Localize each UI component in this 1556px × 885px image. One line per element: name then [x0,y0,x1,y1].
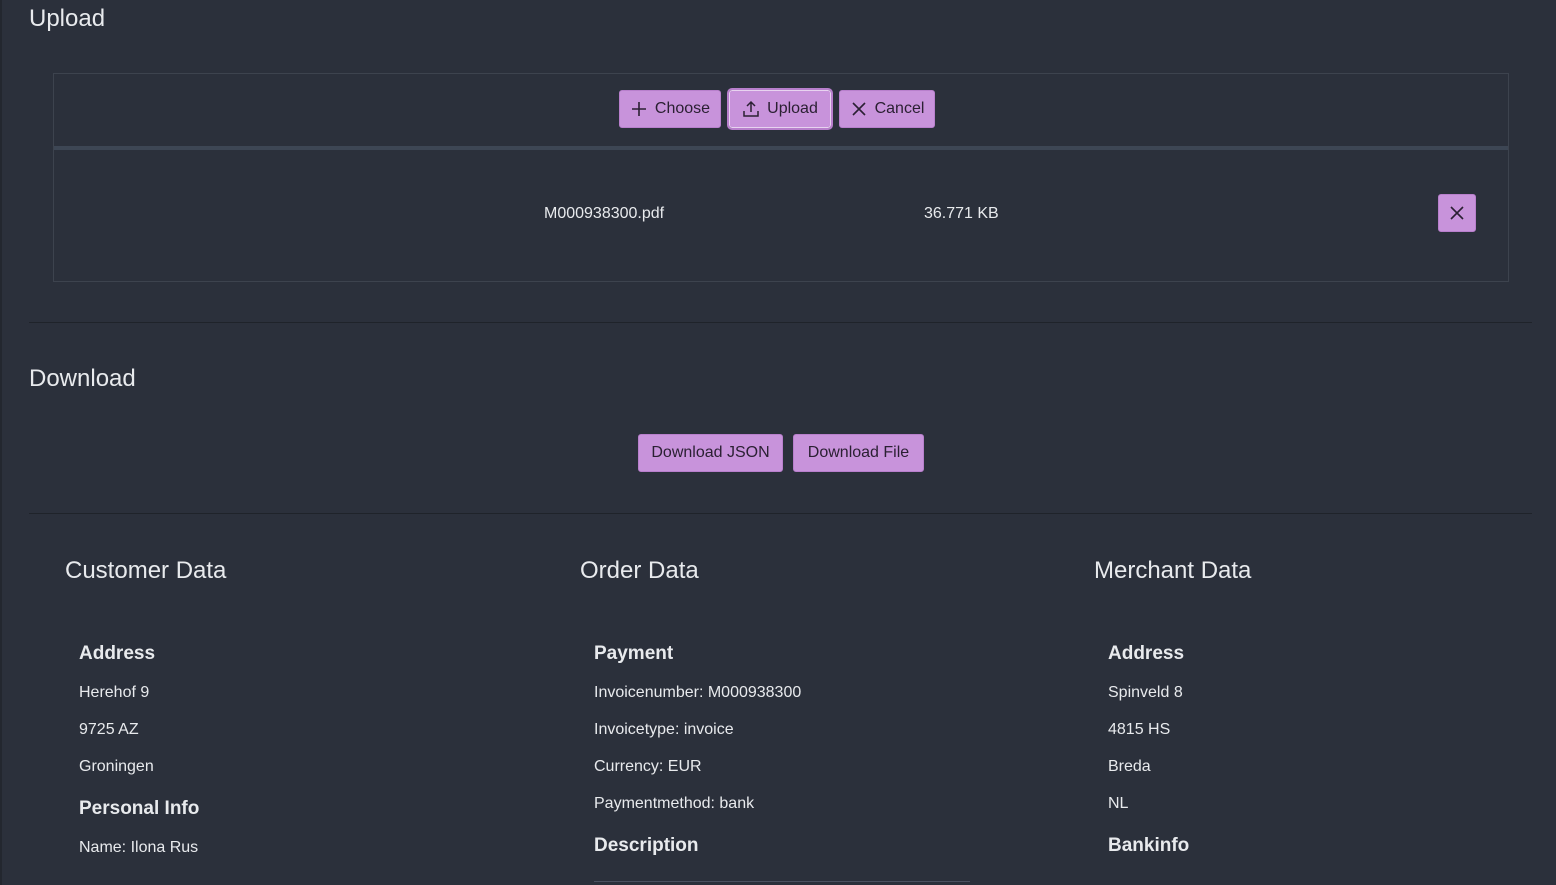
merchant-data-panel: Merchant Data Address Spinveld 8 4815 HS… [1094,553,1519,885]
order-payment-heading: Payment [594,643,674,664]
customer-address-postcode: 9725 AZ [79,721,139,738]
order-data-body: Payment Invoicenumber: M000938300 Invoic… [594,643,994,857]
invoice-number: Invoicenumber: M000938300 [594,684,802,701]
close-icon [850,100,868,118]
download-json-button[interactable]: Download JSON [638,434,783,472]
customer-data-title: Customer Data [65,557,227,584]
download-card: Download Download JSON Download File [29,355,1532,514]
left-rail [0,0,2,885]
customer-data-body: Address Herehof 9 9725 AZ Groningen Pers… [79,643,479,857]
upload-button[interactable]: Upload [727,88,833,130]
order-data-title: Order Data [580,557,699,584]
customer-name: Name: Ilona Rus [79,839,199,856]
customer-address-heading: Address [79,643,156,664]
customer-data-panel: Customer Data Address Herehof 9 9725 AZ … [65,553,490,885]
customer-address-city: Groningen [79,758,154,775]
invoice-type: Invoicetype: invoice [594,721,734,738]
description-field[interactable] [594,881,970,885]
merchant-address-street: Spinveld 8 [1108,684,1183,701]
page: Upload Choose Upload Cancel M000938300.p… [0,0,1556,885]
file-size: 36.771 KB [924,205,999,222]
merchant-data-title: Merchant Data [1094,557,1252,584]
choose-button[interactable]: Choose [619,90,721,128]
merchant-address-city: Breda [1108,758,1151,775]
file-upload-toolbar: Choose Upload Cancel [54,74,1508,147]
merchant-address-country: NL [1108,795,1129,812]
customer-personal-heading: Personal Info [79,798,200,819]
choose-label: Choose [654,100,711,117]
download-title: Download [29,365,136,392]
upload-card: Upload Choose Upload Cancel M000938300.p… [29,0,1532,323]
order-data-panel: Order Data Payment Invoicenumber: M00093… [580,553,1005,885]
remove-file-button[interactable] [1438,194,1476,232]
cancel-label: Cancel [874,100,925,117]
close-icon [1448,204,1466,222]
order-description-heading: Description [594,835,699,856]
cancel-button[interactable]: Cancel [839,90,935,128]
merchant-address-heading: Address [1108,643,1185,664]
upload-title: Upload [29,5,106,32]
merchant-data-body: Address Spinveld 8 4815 HS Breda NL Bank… [1108,643,1508,857]
merchant-address-postcode: 4815 HS [1108,721,1171,738]
upload-progress-bar [54,146,1508,150]
payment-method: Paymentmethod: bank [594,795,755,812]
upload-icon [742,100,760,118]
customer-address-street: Herehof 9 [79,684,150,701]
currency: Currency: EUR [594,758,702,775]
file-upload: Choose Upload Cancel M000938300.pdf 36.7… [53,73,1509,282]
plus-icon [630,100,648,118]
download-file-button[interactable]: Download File [793,434,924,472]
file-name: M000938300.pdf [544,205,665,222]
upload-label: Upload [767,100,818,117]
merchant-bank-heading: Bankinfo [1108,835,1190,856]
